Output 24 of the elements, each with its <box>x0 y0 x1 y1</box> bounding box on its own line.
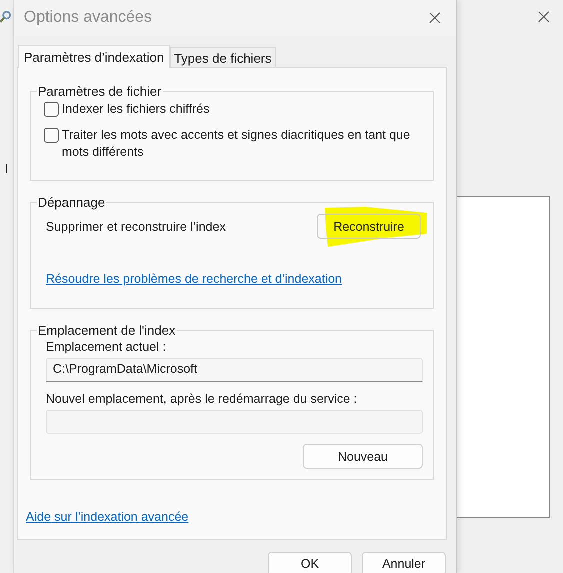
dialog-button[interactable]: OK <box>268 552 352 573</box>
checkbox-label[interactable]: Indexer les fichiers chiffrés <box>62 101 210 118</box>
tab[interactable]: Types de fichiers <box>170 47 276 67</box>
group-title: Dépannage <box>37 195 106 210</box>
group-title: Emplacement de l'index <box>37 323 177 338</box>
tab[interactable]: Paramètres d’indexation <box>18 45 170 68</box>
field-label: Emplacement actuel : <box>46 340 168 354</box>
window-label: I <box>5 161 9 176</box>
field-label: Nouvel emplacement, après le redémarrage du service : <box>46 392 358 406</box>
troubleshoot-link[interactable]: Résoudre les problèmes de recherche et d’indexation <box>46 272 342 286</box>
checkbox-label[interactable]: Traiter les mots avec accents et signes diacritiques en tant que mots différents <box>62 127 423 161</box>
help-link[interactable]: Aide sur l’indexation avancée <box>26 510 189 524</box>
close-icon[interactable] <box>538 11 550 23</box>
checkbox[interactable] <box>44 128 59 143</box>
checkbox[interactable] <box>44 102 59 117</box>
search-icon <box>0 9 12 25</box>
close-icon[interactable] <box>429 12 441 24</box>
window-title: Options avancées <box>24 9 152 27</box>
location-field[interactable]: C:\ProgramData\Microsoft <box>46 358 423 382</box>
dialog-button[interactable]: Annuler <box>362 552 446 573</box>
rebuild-button[interactable]: Reconstruire <box>317 214 421 239</box>
action-label: Supprimer et reconstruire l’index <box>46 220 226 234</box>
group-title: Paramètres de fichier <box>37 84 163 99</box>
new-button[interactable]: Nouveau <box>303 444 423 469</box>
